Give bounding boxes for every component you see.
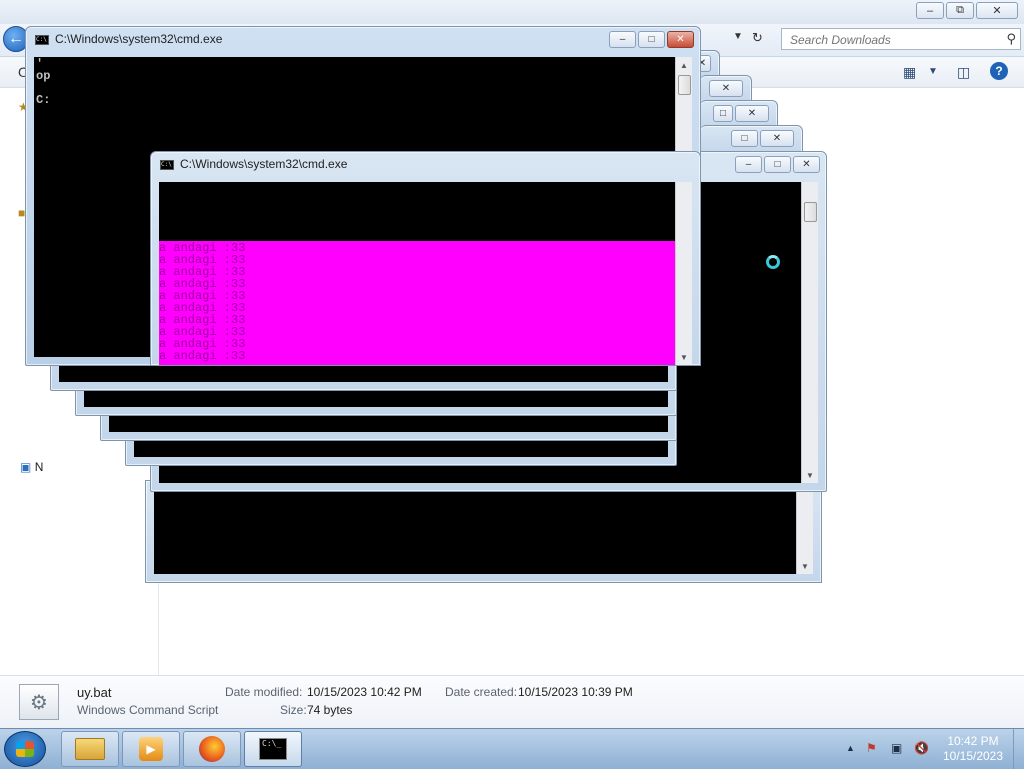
maximize-button[interactable]: □ (764, 156, 791, 173)
show-desktop-button[interactable] (1013, 729, 1024, 769)
file-type: Windows Command Script (77, 703, 219, 717)
view-dropdown-icon[interactable]: ▼ (928, 66, 938, 77)
maximize-button[interactable]: □ (731, 130, 758, 147)
cmd-icon: C:\_ (259, 738, 287, 760)
taskbar-app-cmd[interactable]: C:\_ (244, 731, 302, 767)
vertical-scrollbar[interactable]: ▼ (801, 182, 818, 483)
volume-muted-icon[interactable]: 🔇 (914, 741, 929, 755)
clock[interactable]: 10:42 PM 10/15/2023 (930, 734, 1016, 764)
file-name: uy.bat (77, 685, 112, 700)
window-title: C:\Windows\system32\cmd.exe (55, 32, 223, 46)
maximize-button[interactable]: ⧉ (946, 2, 974, 19)
network-tray-icon[interactable]: ▣ (891, 741, 902, 755)
arrow-left-icon: ← (8, 30, 24, 47)
close-button[interactable]: ✕ (793, 156, 820, 173)
console-fragment: C: (36, 93, 51, 107)
cmd-icon: C:\ (35, 35, 49, 45)
scroll-down-icon[interactable]: ▼ (797, 558, 813, 574)
close-button[interactable]: ✕ (709, 80, 743, 97)
taskbar-app-media-player[interactable]: ▶ (122, 731, 180, 767)
minimize-button[interactable]: – (916, 2, 944, 19)
maximize-button[interactable]: □ (638, 31, 665, 48)
start-button[interactable] (4, 731, 46, 767)
minimize-button[interactable]: – (735, 156, 762, 173)
media-player-icon: ▶ (139, 737, 163, 761)
scroll-down-icon[interactable]: ▼ (802, 467, 818, 483)
window-title: C:\Windows\system32\cmd.exe (180, 157, 348, 171)
taskbar: ▶ C:\_ ▲ ⚑ ▣ 🔇 10:42 PM 10/15/2023 (0, 728, 1024, 769)
scroll-thumb[interactable] (804, 202, 817, 222)
folder-icon (75, 738, 105, 760)
taskbar-app-firefox[interactable] (183, 731, 241, 767)
batch-file-gear-icon: ⚙ (19, 684, 59, 720)
console-fragment: op (36, 69, 51, 83)
highlighted-output: a andagi :33 a andagi :33 a andagi :33 a… (159, 241, 676, 365)
search-input[interactable] (788, 30, 992, 50)
output-line: a andagi :33 (159, 349, 246, 363)
date-created-label: Date created: (445, 685, 518, 699)
change-view-icon[interactable]: ▦ (903, 64, 916, 81)
scroll-down-icon[interactable]: ▼ (676, 349, 692, 365)
size-label: Size: (280, 703, 307, 717)
network-icon: ▣ (20, 460, 32, 474)
close-button[interactable]: ✕ (735, 105, 769, 122)
date-modified-value: 10/15/2023 10:42 PM (307, 685, 422, 699)
explorer-titlebar: – ⧉ ✕ (0, 0, 1024, 24)
close-button[interactable]: ✕ (760, 130, 794, 147)
action-center-flag-icon[interactable]: ⚑ (866, 741, 877, 755)
firefox-icon (199, 736, 225, 762)
vertical-scrollbar[interactable]: ▼ (675, 182, 692, 365)
windows-logo-icon (16, 741, 34, 757)
cmd-titlebar[interactable]: C:\ C:\Windows\system32\cmd.exe – □ ✕ (26, 27, 700, 53)
help-icon[interactable]: ? (990, 62, 1008, 80)
sidebar-item-network[interactable]: ▣ N (20, 460, 43, 474)
clock-time: 10:42 PM (947, 734, 999, 748)
close-button[interactable]: ✕ (976, 2, 1018, 19)
sidebar-item-label: N (34, 460, 44, 474)
size-value: 74 bytes (307, 703, 353, 717)
show-hidden-icons-button[interactable]: ▲ (846, 743, 855, 753)
console-area[interactable]: a andagi :33 a andagi :33 a andagi :33 a… (159, 182, 692, 365)
date-modified-label: Date modified: (225, 685, 303, 699)
close-button[interactable]: ✕ (667, 31, 694, 48)
cmd-window[interactable]: ▼ (145, 480, 822, 583)
scroll-up-icon[interactable]: ▲ (676, 57, 692, 73)
date-created-value: 10/15/2023 10:39 PM (518, 685, 633, 699)
details-pane: ⚙ uy.bat Windows Command Script Date mod… (0, 675, 1024, 729)
console-area[interactable] (154, 489, 813, 574)
search-box[interactable]: ⚲ (781, 28, 1021, 50)
minimize-button[interactable]: – (609, 31, 636, 48)
search-icon[interactable]: ⚲ (1006, 31, 1016, 47)
cmd-titlebar[interactable]: C:\ C:\Windows\system32\cmd.exe (151, 152, 700, 178)
refresh-icon: ↻ (752, 30, 763, 45)
vertical-scrollbar[interactable]: ▼ (796, 489, 813, 574)
address-dropdown-button[interactable]: ▼ (733, 31, 743, 42)
cmd-icon: C:\ (160, 160, 174, 170)
taskbar-app-explorer[interactable] (61, 731, 119, 767)
refresh-button[interactable]: ↻ (752, 30, 772, 48)
scroll-thumb[interactable] (678, 75, 691, 95)
maximize-button[interactable]: □ (713, 105, 733, 122)
busy-cursor-icon (766, 255, 780, 269)
cmd-window-output[interactable]: C:\ C:\Windows\system32\cmd.exe a andagi… (150, 151, 701, 366)
preview-pane-icon[interactable]: ◫ (957, 64, 970, 81)
clock-date: 10/15/2023 (942, 749, 1004, 763)
